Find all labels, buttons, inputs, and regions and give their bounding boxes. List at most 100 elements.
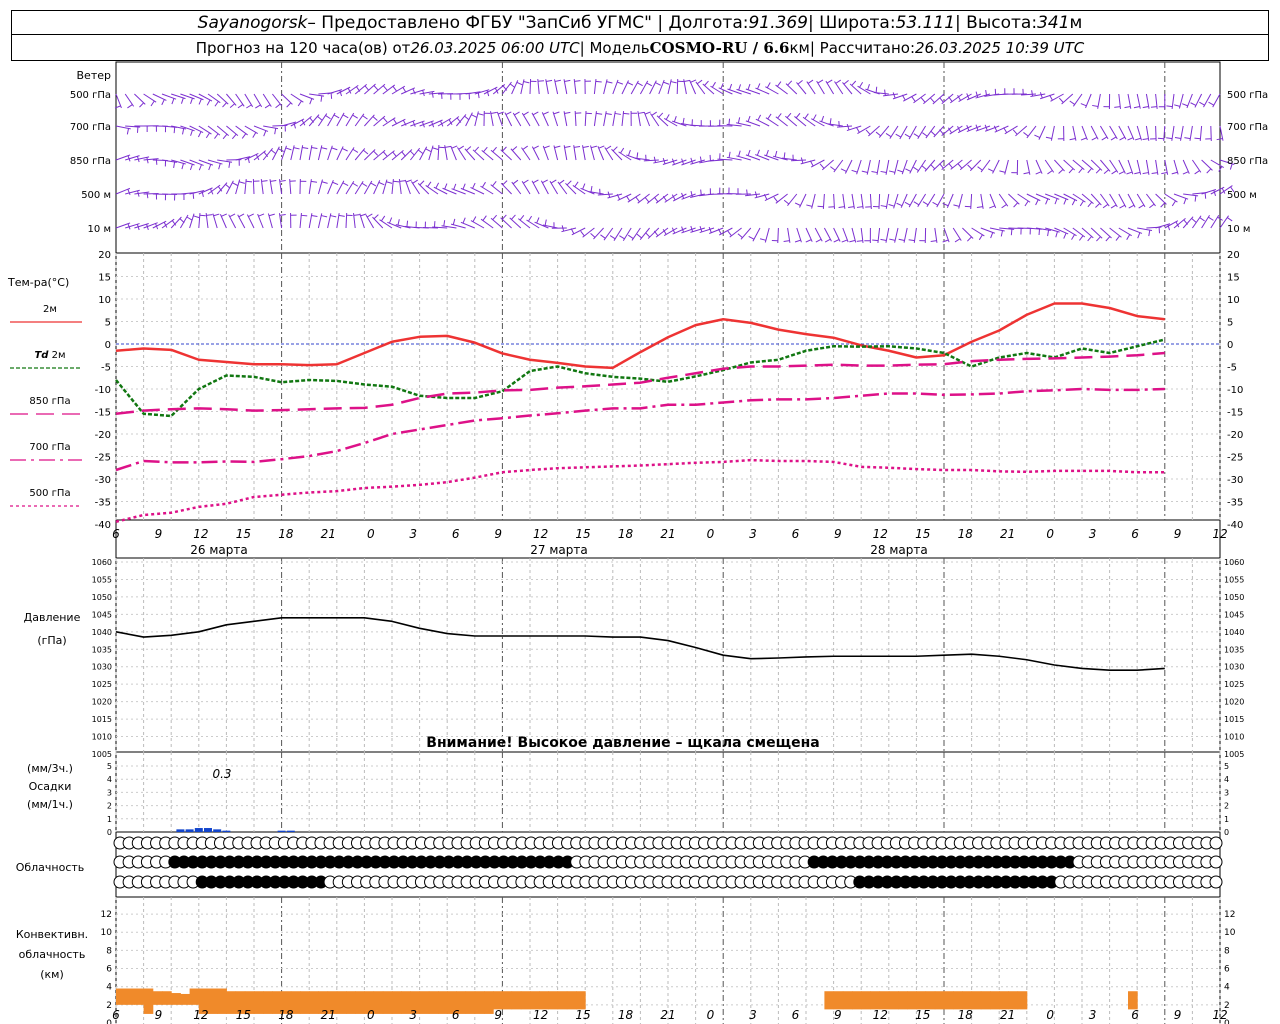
conv-bar: [484, 991, 494, 1014]
pressure-label: Давление: [24, 611, 81, 624]
wind-barb-feather: [444, 183, 448, 190]
temp-ytick-right: -30: [1227, 475, 1243, 486]
wind-barb-feather: [338, 214, 345, 217]
conv-ytick-left: 6: [106, 965, 112, 975]
press-ytick-left: 1015: [92, 715, 112, 724]
wind-barb-feather: [1091, 136, 1098, 141]
wind-barb: [649, 80, 657, 95]
wind-barb-feather: [311, 214, 318, 218]
conv-bar: [382, 991, 393, 1014]
wind-barb-feather: [431, 91, 434, 98]
wind-barb-feather: [352, 148, 359, 153]
wind-barb-feather: [542, 111, 549, 115]
conv-bar: [879, 991, 890, 1010]
wind-barb-feather: [765, 149, 769, 156]
pressure-unit: (гПа): [37, 634, 66, 647]
conv-xtick: 12: [193, 1008, 208, 1022]
temp-xtick: 9: [494, 527, 502, 541]
wind-barb: [336, 180, 345, 195]
wind-barb-feather: [399, 180, 406, 182]
wind-barb-feather: [275, 103, 281, 109]
wind-barb-feather: [229, 213, 236, 218]
temp-xtick: 21: [321, 527, 336, 541]
date-label: 27 марта: [530, 543, 587, 557]
temp-xtick: 12: [193, 527, 208, 541]
press-ytick-left: 1060: [92, 558, 112, 567]
wind-barb-feather: [373, 85, 379, 91]
wind-barb-feather: [193, 215, 200, 219]
wind-barb-feather: [208, 164, 212, 171]
temp-ytick-left: -20: [95, 430, 111, 441]
press-ytick-left: 1025: [92, 680, 112, 689]
conv-xtick: 6: [452, 1008, 460, 1022]
wind-barb: [428, 145, 434, 161]
wind-barb: [844, 159, 853, 174]
temp-ytick-left: -5: [101, 363, 111, 374]
wind-barb-feather: [913, 201, 920, 206]
wind-barb-feather: [598, 145, 605, 149]
conv-bar: [861, 991, 871, 1010]
wind-barb-feather: [189, 164, 193, 171]
wind-barb-feather: [644, 111, 651, 115]
wind-barb-feather: [989, 205, 996, 209]
conv-bar: [373, 991, 384, 1014]
wind-barb-feather: [285, 147, 292, 151]
wind-barb-feather: [205, 132, 210, 139]
wind-barb-feather: [1226, 217, 1233, 222]
wind-barb-feather: [213, 213, 220, 217]
conv-bar: [539, 991, 549, 1010]
wind-barb-feather: [783, 240, 790, 243]
wind-barb-feather: [1142, 172, 1149, 175]
wind-barb-feather: [218, 163, 221, 170]
wind-barb-feather: [492, 146, 497, 153]
conv-xtick: 6: [792, 1008, 800, 1022]
wind-barb-feather: [795, 112, 801, 119]
wind-barb: [226, 125, 239, 137]
wind-barb-feather: [1110, 204, 1117, 209]
wind-barb-feather: [444, 145, 452, 148]
wind-barb-feather: [228, 161, 231, 168]
conv-bar: [999, 991, 1009, 1010]
wind-barb-feather: [1149, 203, 1155, 209]
wind-barb-feather: [1012, 129, 1018, 135]
temp-xtick: 21: [1000, 527, 1015, 541]
wind-barb-feather: [1045, 136, 1052, 139]
wind-barb-feather: [1054, 198, 1058, 205]
wind-barb-feather: [644, 197, 650, 203]
wind-barb: [511, 80, 519, 95]
wind-barb: [1191, 159, 1202, 173]
conv-xtick: 9: [834, 1008, 842, 1022]
wind-barb-feather: [1058, 97, 1064, 103]
wind-barb: [490, 217, 503, 229]
wind-barb-feather: [252, 132, 257, 138]
wind-barb-feather: [1204, 192, 1207, 199]
wind-barb-feather: [542, 179, 548, 184]
wind-barb-feather: [1087, 167, 1093, 174]
wind-barb-feather: [738, 150, 741, 157]
wind-barb-feather: [382, 117, 388, 123]
wind-barb-feather: [1118, 171, 1125, 175]
wind-barb-feather: [1049, 94, 1053, 101]
wind-barb-feather: [264, 104, 271, 109]
precip-ytick-left: 0: [107, 828, 112, 837]
conv-xtick: 21: [321, 1008, 336, 1022]
temp-ytick-left: -40: [95, 520, 111, 531]
wind-barb-feather: [516, 81, 523, 86]
press-ytick-left: 1010: [92, 733, 112, 742]
press-ytick-right: 1015: [1224, 715, 1244, 724]
conv-bar: [925, 991, 936, 1010]
wind-barb-feather: [492, 181, 497, 187]
wind-barb-feather: [580, 230, 585, 237]
wind-barb-feather: [392, 86, 397, 92]
press-ytick-left: 1030: [92, 663, 112, 672]
temp-xtick: 3: [749, 527, 757, 541]
press-ytick-right: 1055: [1224, 575, 1244, 584]
wind-barb-feather: [311, 146, 318, 150]
conv-bar: [852, 991, 862, 1010]
wind-barb: [510, 148, 522, 161]
cloud-label: Облачность: [16, 861, 85, 874]
temp-xtick: 6: [112, 527, 120, 541]
wind-barb-feather: [626, 195, 631, 202]
temp-xtick: 9: [155, 527, 163, 541]
wind-barb-feather: [829, 118, 832, 125]
